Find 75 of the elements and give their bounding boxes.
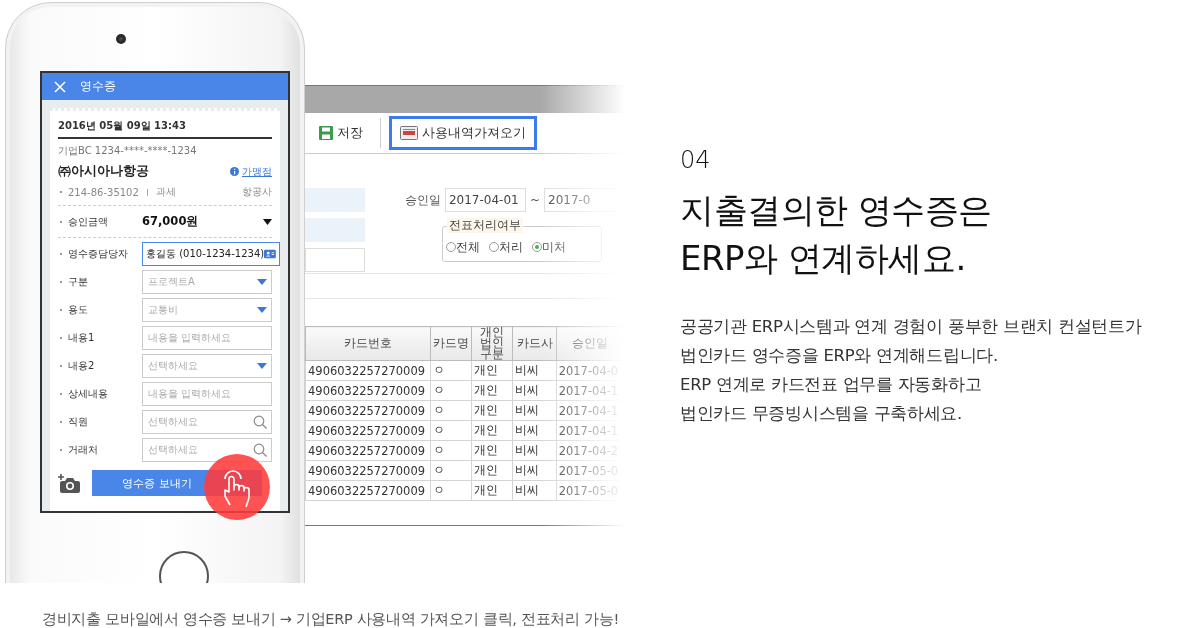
info-icon xyxy=(230,167,239,176)
table-cell: ㅇ xyxy=(430,360,472,381)
radio-label[interactable]: 전체 xyxy=(455,238,480,256)
table-cell: 개인 xyxy=(471,400,513,421)
table-cell: ㅇ xyxy=(430,440,472,461)
camera-add-icon[interactable] xyxy=(58,473,80,493)
save-button[interactable]: 저장 xyxy=(308,116,374,150)
field-label: 상세내용 xyxy=(58,387,142,401)
caption: 경비지출 모바일에서 영수증 보내기 → 기업ERP 사용내역 가져오기 클릭, 전표처리 가능! xyxy=(42,611,619,627)
field-label: 거래처 xyxy=(58,443,142,457)
caret-down-icon[interactable] xyxy=(263,218,272,225)
table-cell: 개인 xyxy=(471,360,513,381)
table-cell: 개인 xyxy=(471,480,513,501)
screen-title: 영수증 xyxy=(80,78,116,95)
section-number: 04 xyxy=(680,146,712,174)
contact-card-icon xyxy=(264,249,276,259)
radio-label[interactable]: 미처 xyxy=(541,238,566,256)
caret-down-icon xyxy=(257,307,267,313)
contact-field[interactable]: 홍길동 (010-1234-1234) xyxy=(142,242,280,266)
column-header[interactable]: 카드명 xyxy=(430,326,472,361)
table-cell: 개인 xyxy=(471,440,513,461)
date-field[interactable]: 2017-04-01 xyxy=(444,188,526,212)
column-header[interactable]: 카드번호 xyxy=(305,326,431,361)
merchant-info-link[interactable]: 가맹점 xyxy=(230,164,272,179)
description-line: 법인카드 영수증을 ERP와 연계해드립니다. xyxy=(680,345,999,367)
caret-down-icon xyxy=(257,279,267,285)
table-cell: 비씨 xyxy=(512,480,557,501)
merchant-category: 항공사 xyxy=(242,185,272,199)
headline: ERP와 연계하세요. xyxy=(680,237,967,280)
tax-type: 과세 xyxy=(155,185,176,199)
table-cell: ㅇ xyxy=(430,380,472,401)
table-cell: 개인 xyxy=(471,380,513,401)
card-number: 기업BC 1234-****-****-1234 xyxy=(58,144,198,158)
group-title: 전표처리여부 xyxy=(446,218,523,233)
camera-lens-icon xyxy=(115,33,127,45)
receipt-datetime: 2016년 05월 09일 13:43 xyxy=(58,119,272,139)
table-cell: ㅇ xyxy=(430,400,472,421)
field-label: 구분 xyxy=(58,275,142,289)
input-field[interactable] xyxy=(305,248,365,272)
table-cell: 비씨 xyxy=(512,460,557,481)
date-separator: ~ xyxy=(529,193,540,207)
table-cell: 비씨 xyxy=(512,440,557,461)
merchant-name: ㈜아시아나항공 xyxy=(58,163,149,180)
field-label: 직원 xyxy=(58,415,142,429)
field-label: 용도 xyxy=(58,303,142,317)
column-header[interactable]: 카드사 xyxy=(512,326,557,361)
date-label: 승인일 xyxy=(404,191,441,209)
table-cell: 비씨 xyxy=(512,400,557,421)
description-line: 공공기관 ERP시스템과 연계 경험이 풍부한 브랜치 컨설턴트가 xyxy=(680,316,1142,338)
field-label: 영수증담당자 xyxy=(58,247,142,261)
field-label: 내용2 xyxy=(58,359,142,373)
table-cell: 개인 xyxy=(471,460,513,481)
close-icon[interactable] xyxy=(54,80,66,93)
import-button[interactable]: 사용내역가져오기 xyxy=(389,116,537,150)
form-row xyxy=(305,188,365,212)
form-row xyxy=(305,218,365,242)
table-cell: 비씨 xyxy=(512,380,557,401)
description-line: ERP 연계로 카드전표 업무를 자동화하고 xyxy=(680,374,983,396)
business-number: 214-86-35102 xyxy=(58,186,139,198)
table-cell: 개인 xyxy=(471,420,513,441)
radio-label[interactable]: 처리 xyxy=(498,238,523,256)
field-label: 승인금액 xyxy=(58,214,142,229)
column-header[interactable]: 개인법인구분 xyxy=(471,326,513,361)
table-cell: ㅇ xyxy=(430,420,472,441)
table-cell: ㅇ xyxy=(430,460,472,481)
card-reader-icon xyxy=(400,126,418,140)
table-cell: ㅇ xyxy=(430,480,472,501)
description-line: 법인카드 무증빙시스템을 구축하세요. xyxy=(680,403,964,425)
search-icon xyxy=(253,415,267,429)
caret-down-icon xyxy=(257,363,267,369)
search-icon xyxy=(253,443,267,457)
amount-value: 67,000원 xyxy=(142,214,200,229)
table-cell: 비씨 xyxy=(512,420,557,441)
field-label: 내용1 xyxy=(58,331,142,345)
headline: 지출결의한 영수증은 xyxy=(680,189,993,232)
